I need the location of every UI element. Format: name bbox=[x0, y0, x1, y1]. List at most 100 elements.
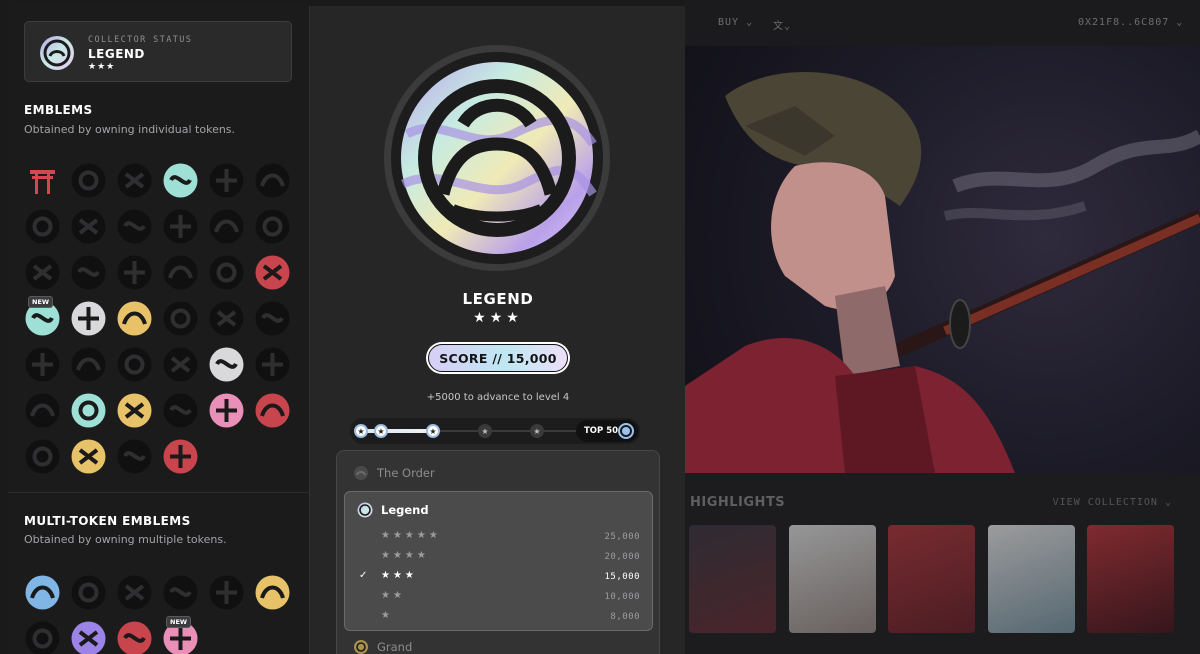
rank-tier-row[interactable]: ★★★★ 20,000 bbox=[345, 548, 654, 568]
emblem-red-icon bbox=[255, 393, 290, 428]
emblem-item[interactable] bbox=[70, 208, 107, 245]
emblem-item[interactable] bbox=[24, 620, 61, 654]
emblem-black-icon bbox=[71, 255, 106, 290]
order-emblem-icon bbox=[354, 466, 368, 480]
emblem-item[interactable] bbox=[116, 574, 153, 611]
highlight-card[interactable] bbox=[789, 525, 876, 633]
emblem-red-icon bbox=[117, 621, 152, 654]
emblem-item[interactable] bbox=[162, 300, 199, 337]
rank-tier-row[interactable]: ★★ 10,000 bbox=[345, 588, 654, 608]
tier-score: 25,000 bbox=[604, 532, 640, 542]
rank-tier-row[interactable]: ✓ ★★★ 15,000 bbox=[345, 568, 654, 588]
tier-stars: ★★★★ bbox=[381, 550, 429, 561]
emblem-item[interactable] bbox=[208, 392, 245, 429]
emblem-item[interactable] bbox=[116, 254, 153, 291]
emblem-item[interactable] bbox=[70, 574, 107, 611]
emblem-gold-icon bbox=[117, 301, 152, 336]
collector-status-card[interactable]: COLLECTOR STATUS LEGEND ★★★ bbox=[24, 21, 292, 82]
emblem-black-icon bbox=[255, 347, 290, 382]
emblem-item[interactable] bbox=[116, 620, 153, 654]
hero-artwork bbox=[685, 46, 1200, 473]
emblem-black-icon bbox=[71, 163, 106, 198]
emblem-item[interactable] bbox=[208, 254, 245, 291]
top-nav: BUY ⌄ ⽂⌄ 0X21F8..6C807 ⌄ bbox=[685, 0, 1200, 46]
emblem-gold-icon bbox=[71, 439, 106, 474]
highlight-card[interactable] bbox=[888, 525, 975, 633]
emblem-item[interactable] bbox=[24, 346, 61, 383]
emblem-item[interactable] bbox=[162, 438, 199, 475]
emblem-silver-icon bbox=[71, 301, 106, 336]
emblem-item[interactable] bbox=[254, 346, 291, 383]
emblem-item[interactable] bbox=[208, 208, 245, 245]
emblem-item[interactable] bbox=[162, 574, 199, 611]
emblem-black-icon bbox=[209, 575, 244, 610]
emblem-item[interactable] bbox=[70, 438, 107, 475]
multi-token-emblems-grid: NEW bbox=[24, 574, 291, 654]
emblem-black-icon bbox=[163, 575, 198, 610]
emblem-item[interactable] bbox=[70, 254, 107, 291]
emblem-item[interactable] bbox=[162, 208, 199, 245]
emblem-item[interactable] bbox=[254, 208, 291, 245]
emblem-black-icon bbox=[163, 347, 198, 382]
emblems-subtitle: Obtained by owning individual tokens. bbox=[24, 123, 236, 136]
emblem-item[interactable] bbox=[116, 208, 153, 245]
emblem-item[interactable] bbox=[70, 346, 107, 383]
emblem-item[interactable] bbox=[254, 300, 291, 337]
highlight-card[interactable] bbox=[689, 525, 776, 633]
emblem-item[interactable] bbox=[24, 438, 61, 475]
highlight-card[interactable] bbox=[1087, 525, 1174, 633]
highlight-card[interactable] bbox=[988, 525, 1075, 633]
translate-icon[interactable]: ⽂⌄ bbox=[773, 17, 791, 32]
rank-group-the-order[interactable]: The Order bbox=[353, 465, 435, 481]
emblem-item[interactable] bbox=[254, 254, 291, 291]
emblem-item[interactable] bbox=[208, 574, 245, 611]
rank-tier-row[interactable]: ★ 8,000 bbox=[345, 608, 654, 628]
emblem-item[interactable] bbox=[116, 162, 153, 199]
emblem-item[interactable] bbox=[116, 438, 153, 475]
emblem-item[interactable] bbox=[70, 162, 107, 199]
emblem-purple-icon bbox=[71, 621, 106, 654]
top-rank-badge: TOP 50 bbox=[576, 420, 638, 442]
emblem-item[interactable] bbox=[254, 162, 291, 199]
multi-token-emblems-title: MULTI-TOKEN EMBLEMS bbox=[24, 514, 191, 528]
emblem-item[interactable]: NEW bbox=[162, 616, 199, 654]
score-pill[interactable]: SCORE // 15,000 bbox=[426, 342, 570, 374]
progress-node-5: ★ bbox=[530, 424, 544, 438]
emblem-black-icon bbox=[255, 209, 290, 244]
emblem-item[interactable] bbox=[116, 392, 153, 429]
emblem-black-icon bbox=[25, 255, 60, 290]
emblem-item[interactable] bbox=[24, 574, 61, 611]
nav-buy-menu[interactable]: BUY ⌄ bbox=[718, 17, 753, 28]
emblem-item[interactable] bbox=[208, 162, 245, 199]
rank-group-grand[interactable]: Grand bbox=[353, 639, 412, 654]
wallet-address-menu[interactable]: 0X21F8..6C807 ⌄ bbox=[1078, 17, 1183, 28]
emblem-item[interactable] bbox=[24, 162, 61, 199]
rank-tier-row[interactable]: ★★★★★ 25,000 bbox=[345, 528, 654, 548]
emblem-red-icon bbox=[163, 439, 198, 474]
emblem-item[interactable] bbox=[70, 300, 107, 337]
emblem-item[interactable] bbox=[24, 392, 61, 429]
level-detail-panel: LEGEND ★★★ SCORE // 15,000 +5000 to adva… bbox=[309, 6, 685, 654]
emblem-item[interactable] bbox=[24, 208, 61, 245]
emblem-item[interactable] bbox=[162, 254, 199, 291]
emblem-item[interactable] bbox=[208, 346, 245, 383]
emblem-item[interactable] bbox=[162, 392, 199, 429]
view-collection-link[interactable]: VIEW COLLECTION ⌄ bbox=[1053, 497, 1172, 508]
emblem-item[interactable] bbox=[162, 162, 199, 199]
emblem-item[interactable] bbox=[116, 300, 153, 337]
emblem-item[interactable] bbox=[70, 392, 107, 429]
emblem-item[interactable] bbox=[254, 392, 291, 429]
collector-status-stars: ★★★ bbox=[88, 62, 116, 72]
emblem-item[interactable]: NEW bbox=[24, 296, 61, 337]
emblems-grid: NEW bbox=[24, 162, 291, 475]
progress-node-3: ★ bbox=[426, 424, 440, 438]
emblem-black-icon bbox=[163, 255, 198, 290]
rank-group-legend-selected[interactable]: Legend ★★★★★ 25,000 ★★★★ 20,000 ✓ ★★★ 15,000 ★★… bbox=[344, 491, 653, 631]
emblem-item[interactable] bbox=[208, 300, 245, 337]
emblem-item[interactable] bbox=[70, 620, 107, 654]
emblem-black-icon bbox=[71, 209, 106, 244]
emblem-item[interactable] bbox=[24, 254, 61, 291]
emblem-item[interactable] bbox=[116, 346, 153, 383]
emblem-item[interactable] bbox=[254, 574, 291, 611]
emblem-item[interactable] bbox=[162, 346, 199, 383]
